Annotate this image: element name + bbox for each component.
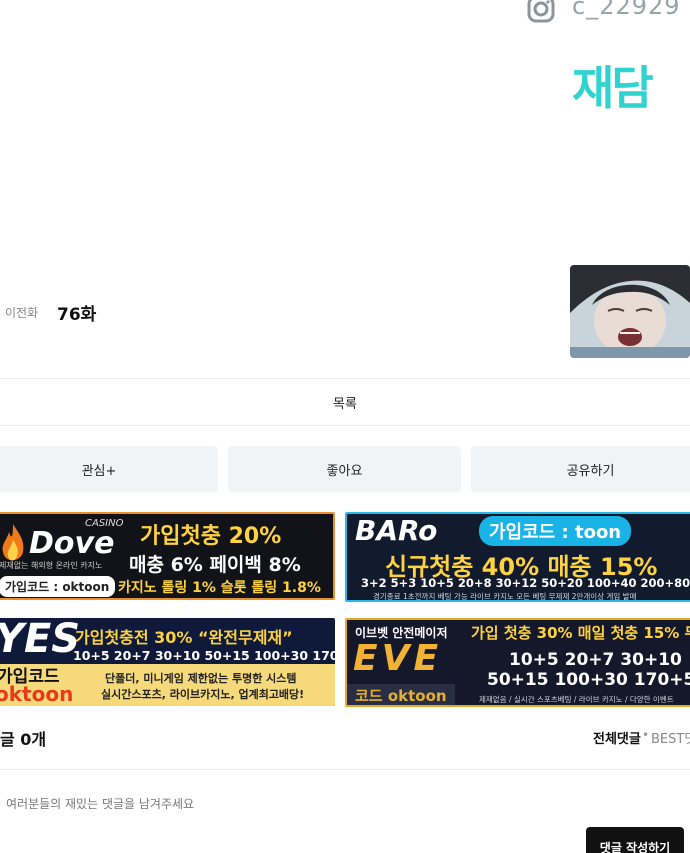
like-button[interactable]: 좋아요 — [228, 446, 461, 492]
comment-count: 글 0개 — [0, 730, 47, 749]
episode-thumbnail[interactable] — [570, 265, 690, 358]
sort-all-comments[interactable]: 전체댓글 — [593, 728, 641, 747]
ad-dove-line1: 가입첫충 20% — [140, 524, 282, 549]
instagram-icon[interactable] — [524, 0, 558, 26]
ad-banner-dove[interactable]: CASINO Dove 가입첫충 20% 매충 6% 페이백 8% 카지노 롤링… — [0, 512, 335, 600]
ad-dove-line2: 매충 6% 페이백 8% — [129, 554, 301, 576]
ad-dove-code: 가입코드 : oktoon — [0, 576, 116, 597]
ad-eve-line2: 10+5 20+7 30+10 — [509, 650, 682, 670]
ad-dove-line3: 카지노 롤링 1% 슬롯 롤링 1.8% — [118, 580, 321, 596]
ad-baro-line3: 경기종료 1초전까지 베팅 가능 라이브 카지노 모든 베팅 무제재 2만개이상… — [373, 592, 637, 601]
divider — [0, 769, 690, 770]
ad-eve-brand: EVE — [353, 638, 443, 679]
ad-dove-sub: 제재없는 해외형 온라인 카지노 — [0, 561, 103, 570]
episode-list-button[interactable]: 목록 — [0, 379, 690, 425]
brand-logo: 재담 — [572, 61, 654, 115]
ad-dove-brand: Dove — [29, 526, 115, 561]
ad-yes-brand: YES — [0, 618, 81, 662]
share-button[interactable]: 공유하기 — [471, 446, 690, 492]
instagram-handle[interactable]: c_22929 — [572, 0, 681, 20]
prev-episode-title[interactable]: 76화 — [57, 300, 96, 325]
ad-banner-eve[interactable]: 이브벳 안전메이저 EVE 가입 첫충 30% 매일 첫충 15% 무한 매충 … — [345, 618, 690, 707]
ad-eve-code: 코드 oktoon — [347, 684, 455, 705]
ad-baro-line2: 3+2 5+3 10+5 20+8 30+12 50+20 100+40 200… — [361, 576, 690, 590]
favorite-button[interactable]: 관심+ — [0, 446, 218, 492]
ad-yes-line3: 단폴더, 미니게임 제한없는 투명한 시스템 — [105, 672, 297, 685]
sort-best-comments[interactable]: BEST댓 — [651, 728, 690, 747]
ad-eve-line3: 50+15 100+30 170+50 — [487, 670, 690, 690]
ad-yes-line4: 실시간스포츠, 라이브카지노, 업계최고배당! — [101, 688, 305, 701]
ad-baro-code: 가입코드 : toon — [479, 516, 632, 546]
ad-yes-code2: oktoon — [0, 682, 74, 706]
ad-yes-line2: 10+5 20+7 30+10 50+15 100+30 170+50 — [73, 648, 335, 663]
ad-eve-line4: 제재없음 / 실시간 스포츠베팅 / 라이브 카지노 / 다양한 이벤트 — [479, 695, 674, 704]
divider — [0, 425, 690, 426]
write-comment-button[interactable]: 댓글 작성하기 — [586, 827, 684, 853]
sort-separator: • — [642, 728, 650, 742]
ad-yes-line1: 가입첫충전 30% “완전무제재” — [75, 628, 293, 647]
comment-input[interactable]: 여러분들의 재밌는 댓글을 남겨주세요 — [6, 795, 194, 812]
prev-episode-link[interactable]: 이전화 — [5, 304, 38, 321]
ad-baro-brand: BARo — [355, 514, 438, 547]
ad-banner-baro[interactable]: BARo 가입코드 : toon 신규첫충 40% 매충 15% 3+2 5+3… — [345, 512, 690, 602]
ad-banner-yes[interactable]: YES 가입첫충전 30% “완전무제재” 10+5 20+7 30+10 50… — [0, 618, 335, 706]
ad-eve-line1: 가입 첫충 30% 매일 첫충 15% 무한 매충 10% — [471, 624, 690, 642]
